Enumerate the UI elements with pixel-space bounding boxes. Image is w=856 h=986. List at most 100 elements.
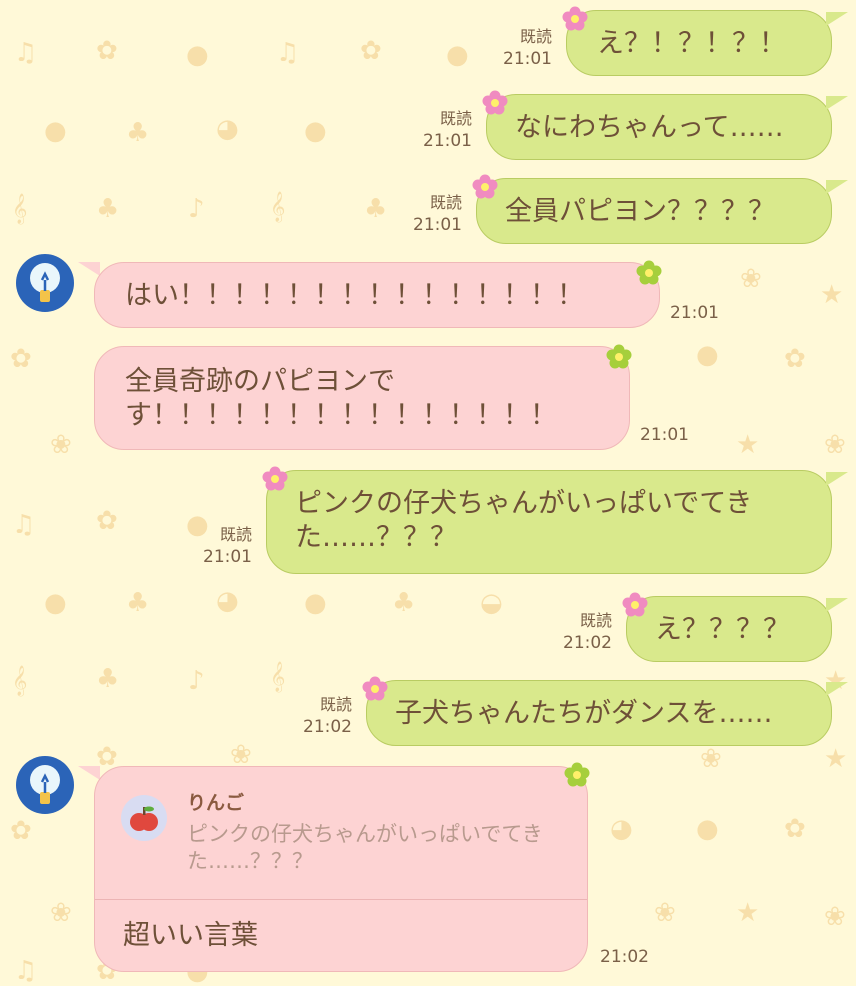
- music-note-icon: ♫: [12, 510, 36, 540]
- green-flower-icon: [606, 344, 632, 369]
- flower-icon: ✿: [96, 36, 118, 66]
- butterfly-icon: ❀: [740, 264, 762, 294]
- read-receipt: 既読: [219, 525, 252, 544]
- message-meta: 既読 21:01: [406, 192, 462, 236]
- flower-icon: ❀: [824, 430, 846, 460]
- flower-icon: ✿: [96, 506, 118, 536]
- tulip-icon: ♣: [96, 664, 120, 694]
- message-meta: 既読 21:01: [416, 108, 472, 152]
- sender-avatar[interactable]: [16, 254, 74, 312]
- reply-quote-block[interactable]: りんご ピンクの仔犬ちゃんがいっぱいでてき た……？？？: [95, 767, 587, 900]
- message-time: 21:02: [600, 947, 649, 967]
- strawberry-icon: ●: [186, 40, 209, 70]
- music-note-icon: ♪: [188, 194, 205, 224]
- flower-icon: ✿: [360, 36, 382, 66]
- message-time: 21:01: [503, 49, 552, 69]
- message-time: 21:02: [303, 717, 352, 737]
- tulip-icon: ♣: [126, 118, 150, 148]
- star-icon: ★: [824, 744, 848, 774]
- reply-quoted-text: ピンクの仔犬ちゃんがいっぱいでてき た……？？？: [187, 822, 543, 873]
- message-text: なにわちゃんって……: [515, 112, 784, 143]
- message-bubble[interactable]: ピンクの仔犬ちゃんがいっぱいでてき た……？？？: [266, 470, 832, 574]
- treble-clef-icon: 𝄞: [270, 662, 286, 692]
- reply-sender-name: りんご: [187, 792, 245, 814]
- read-receipt: 既読: [439, 109, 472, 128]
- flower-icon: ❀: [50, 430, 72, 460]
- balloon-icon: ●: [44, 588, 67, 618]
- lightbulb-icon: [30, 765, 60, 804]
- bunny-icon: ◕: [216, 114, 239, 144]
- message-text: 子犬ちゃんたちがダンスを……: [395, 698, 773, 729]
- flower-icon: ❀: [824, 902, 846, 932]
- lightbulb-icon: [30, 263, 60, 302]
- tulip-icon: ♣: [96, 194, 120, 224]
- balloon-icon: ●: [696, 340, 719, 370]
- message-text: え？？？？: [655, 614, 790, 645]
- flower-icon: ✿: [10, 344, 32, 374]
- apple-icon: [130, 806, 158, 831]
- flower-icon: ✿: [784, 814, 806, 844]
- message-meta: 既読 21:02: [556, 610, 612, 654]
- read-receipt: 既読: [519, 27, 552, 46]
- green-flower-icon: [564, 762, 590, 787]
- treble-clef-icon: 𝄞: [12, 194, 28, 224]
- balloon-icon: ●: [304, 116, 327, 146]
- message-meta: 既読 21:01: [196, 524, 252, 568]
- flower-icon: ❀: [50, 898, 72, 928]
- green-flower-icon: [636, 260, 662, 285]
- balloon-icon: ●: [304, 588, 327, 618]
- message-bubble[interactable]: え？！？！？！: [566, 10, 832, 76]
- music-note-icon: ♫: [14, 38, 38, 68]
- flower-icon: ❀: [654, 898, 676, 928]
- message-bubble[interactable]: 全員パピヨン？？？？: [476, 178, 832, 244]
- message-time: 21:02: [563, 633, 612, 653]
- balloon-icon: ●: [696, 814, 719, 844]
- pink-flower-icon: [622, 592, 648, 617]
- pink-flower-icon: [482, 90, 508, 115]
- flower-icon: ✿: [10, 816, 32, 846]
- message-bubble[interactable]: え？？？？: [626, 596, 832, 662]
- flower-icon: ✿: [784, 344, 806, 374]
- bubble-tail: [826, 682, 848, 696]
- message-text: え？！？！？！: [597, 28, 786, 59]
- treble-clef-icon: 𝄞: [270, 192, 286, 222]
- message-text: 全員パピヨン？？？？: [505, 196, 775, 227]
- message-bubble[interactable]: りんご ピンクの仔犬ちゃんがいっぱいでてき た……？？？ 超いい言葉: [94, 766, 588, 972]
- message-bubble[interactable]: 子犬ちゃんたちがダンスを……: [366, 680, 832, 746]
- bubble-tail: [826, 598, 848, 612]
- pink-flower-icon: [262, 466, 288, 491]
- message-meta: 既読 21:01: [496, 26, 552, 70]
- message-time: 21:01: [670, 303, 719, 323]
- message-bubble[interactable]: なにわちゃんって……: [486, 94, 832, 160]
- bubble-tail: [826, 96, 848, 110]
- bubble-tail: [78, 262, 100, 276]
- bubble-tail: [826, 12, 848, 26]
- bubble-tail: [826, 472, 848, 486]
- message-bubble[interactable]: はい！！！！！！！！！！！！！！！: [94, 262, 660, 328]
- star-icon: ★: [736, 430, 760, 460]
- message-text: 全員奇跡のパピヨンで す！！！！！！！！！！！！！！！: [125, 366, 557, 431]
- pink-flower-icon: [362, 676, 388, 701]
- balloon-icon: ●: [44, 116, 67, 146]
- message-time: 21:01: [413, 215, 462, 235]
- tulip-icon: ♣: [126, 588, 150, 618]
- star-icon: ★: [736, 898, 760, 928]
- bunny-icon: ◕: [610, 814, 633, 844]
- message-time: 21:01: [423, 131, 472, 151]
- read-receipt: 既読: [429, 193, 462, 212]
- read-receipt: 既読: [319, 695, 352, 714]
- strawberry-icon: ●: [446, 40, 469, 70]
- read-receipt: 既読: [579, 611, 612, 630]
- message-text: ピンクの仔犬ちゃんがいっぱいでてき た……？？？: [295, 488, 753, 553]
- star-icon: ★: [820, 280, 844, 310]
- reply-avatar: [121, 795, 167, 841]
- message-bubble[interactable]: 全員奇跡のパピヨンで す！！！！！！！！！！！！！！！: [94, 346, 630, 450]
- message-time: 21:01: [640, 425, 689, 445]
- message-time: 21:01: [203, 547, 252, 567]
- music-note-icon: ♫: [14, 956, 38, 986]
- butterfly-icon: ❀: [230, 740, 252, 770]
- message-text: はい！！！！！！！！！！！！！！！: [125, 280, 584, 311]
- bunny-icon: ◕: [216, 586, 239, 616]
- sender-avatar[interactable]: [16, 756, 74, 814]
- music-note-icon: ♫: [276, 38, 300, 68]
